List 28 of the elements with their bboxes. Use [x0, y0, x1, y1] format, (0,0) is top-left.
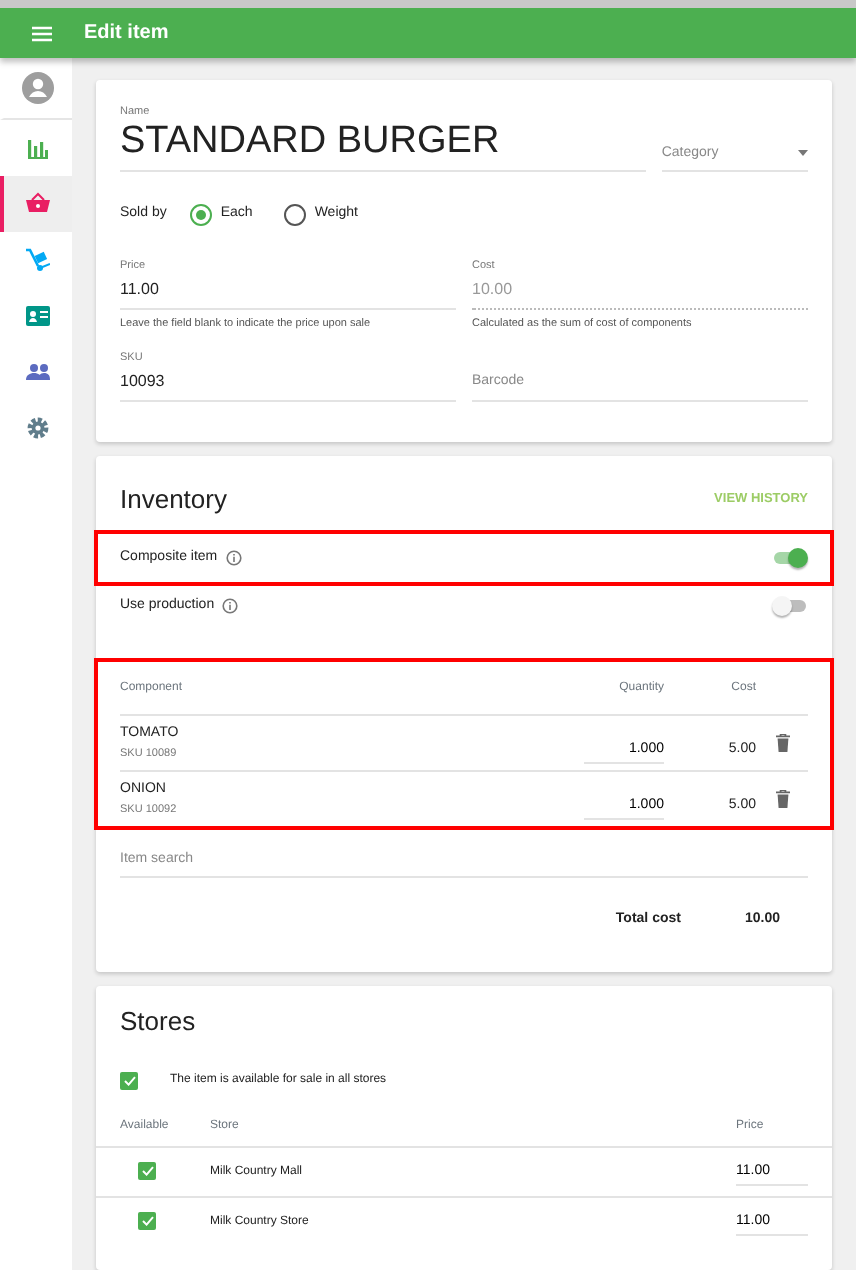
page-title: Edit item — [84, 20, 169, 48]
trash-icon[interactable] — [775, 790, 789, 809]
info-icon — [225, 550, 242, 567]
checkbox[interactable] — [120, 1072, 138, 1091]
section-title: Inventory — [120, 481, 227, 518]
hand-truck-icon — [26, 248, 50, 272]
name-field[interactable]: STANDARD BURGER — [120, 120, 646, 173]
radio-button[interactable] — [190, 204, 213, 227]
account-icon — [22, 72, 54, 104]
checkbox[interactable] — [138, 1211, 156, 1230]
toggle-switch[interactable] — [772, 596, 808, 617]
trash-icon[interactable] — [775, 734, 789, 753]
price-field[interactable]: 11.00 — [120, 274, 456, 311]
cost-field: 10.00 — [472, 274, 808, 311]
menu-icon[interactable] — [32, 25, 52, 41]
toggle-switch[interactable] — [772, 548, 808, 569]
sidebar-item[interactable] — [0, 176, 72, 232]
bar-chart-icon — [26, 136, 50, 160]
section-title: Stores — [120, 1003, 198, 1040]
caret-icon — [798, 150, 809, 157]
people-icon — [26, 360, 50, 384]
basket-icon — [26, 192, 50, 216]
radio-button[interactable] — [284, 204, 307, 227]
id-card-icon — [26, 304, 50, 328]
sku-field[interactable]: 10093 — [120, 365, 456, 402]
settings-icon — [26, 416, 50, 440]
info-icon — [222, 598, 239, 615]
checkbox[interactable] — [138, 1161, 156, 1180]
